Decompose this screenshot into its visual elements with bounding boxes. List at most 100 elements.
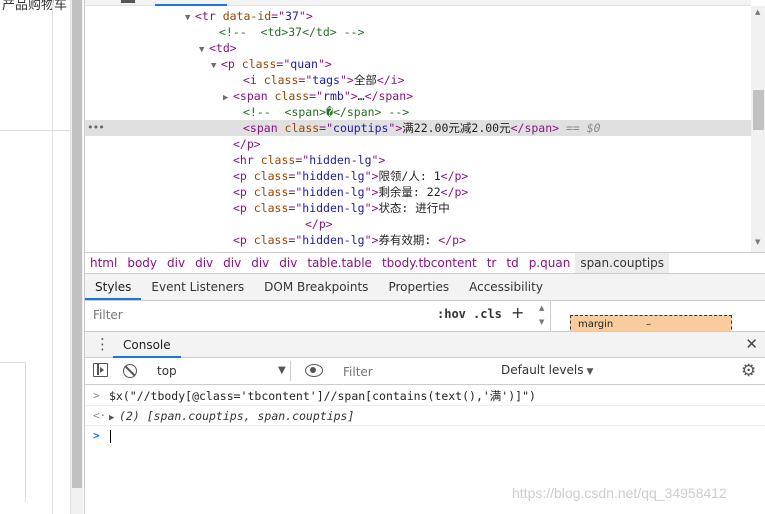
dom-node[interactable]: </p> (85, 136, 751, 152)
node-tag: "> (364, 185, 379, 199)
dom-node[interactable]: <hr class="hidden-lg"> (85, 152, 751, 168)
node-attr: data-id (222, 9, 272, 23)
console-command-line: > $x("//tbody[@class='tbcontent']//span[… (85, 386, 765, 406)
node-tag: =" (319, 121, 334, 135)
console-result[interactable]: ▶ (2) [span.couptips, span.couptips] (109, 406, 354, 428)
styles-scrollbar[interactable]: ▲ ▼ (537, 301, 549, 331)
node-tag: "> (317, 57, 332, 71)
node-val: rmb (323, 89, 344, 103)
node-tag: =" (309, 89, 324, 103)
scroll-up-icon[interactable]: ▲ (539, 304, 544, 312)
elements-scrollbar[interactable]: ▲ ▼ (751, 6, 765, 252)
breadcrumb-item[interactable]: table.table (302, 253, 377, 273)
gear-icon[interactable]: ⚙ (741, 361, 756, 381)
dom-node[interactable]: <i class="tags">全部</i> (85, 72, 751, 88)
node-cmt: <!-- <td>37</td> --> (219, 25, 365, 39)
dom-node[interactable]: <p class="hidden-lg">剩余量: 22</p> (85, 184, 751, 200)
breadcrumb-item[interactable]: div (274, 253, 302, 273)
prompt-chevron-icon: > (93, 429, 100, 442)
node-tag: "> (371, 153, 386, 167)
cls-button[interactable]: .cls (473, 307, 502, 321)
node-cmt: <!-- <span>�</span> --> (243, 105, 410, 119)
scroll-up-icon[interactable]: ▲ (755, 8, 760, 16)
context-value: top (157, 364, 177, 378)
node-tag: </span> (364, 89, 414, 103)
node-tag: "> (364, 233, 379, 247)
tab-styles[interactable]: Styles (85, 274, 142, 300)
node-txt: … (357, 89, 365, 103)
breadcrumb-item[interactable]: div (246, 253, 274, 273)
chevron-down-icon: ▼ (278, 365, 286, 376)
breadcrumb-item[interactable]: tr (482, 253, 502, 273)
tab-console[interactable]: Console (113, 332, 181, 358)
active-tab-indicator (155, 4, 227, 6)
dom-node[interactable]: <p class="hidden-lg">限领/人: 1</p> (85, 168, 751, 184)
elements-tree[interactable]: ▼ <tr data-id="37"> <!-- <td>37</td> --> ▼ <… (85, 0, 751, 252)
node-tag: </p> (440, 169, 469, 183)
node-val: couptips (333, 121, 389, 135)
dom-node-selected[interactable]: <span class="couptips">满22.00元减2.00元</sp… (85, 120, 751, 136)
dom-node[interactable]: <p class="hidden-lg">券有效期: </p> (85, 232, 751, 248)
page-divider (52, 0, 53, 514)
tab-dom-breakpoints[interactable]: DOM Breakpoints (254, 274, 378, 300)
dom-node[interactable]: ▼ <p class="quan"> (85, 56, 751, 72)
scroll-down-icon[interactable]: ▼ (755, 238, 760, 246)
node-attr: class (253, 169, 289, 183)
node-tag: <span (233, 89, 275, 103)
breadcrumb-item[interactable]: td (501, 253, 523, 273)
dom-node[interactable]: <!-- <td>37</td> --> (85, 24, 751, 40)
tab-accessibility[interactable]: Accessibility (459, 274, 553, 300)
console-prompt[interactable]: > (85, 426, 765, 446)
node-tag: <p (233, 169, 254, 183)
node-tag: </span> (510, 121, 560, 135)
elements-scrollbar-thumb[interactable] (753, 90, 764, 130)
styles-filter-input[interactable] (89, 305, 425, 325)
result-gutter-icon: <· (93, 409, 107, 422)
dom-node[interactable]: </p> (85, 216, 751, 232)
dom-node[interactable]: ▶ <span class="rmb">…</span> (85, 88, 751, 104)
node-tag: <tr (195, 9, 223, 23)
styles-subtabs: Styles Event Listeners DOM Breakpoints Prop… (85, 274, 765, 301)
dom-node[interactable]: ▼ <td> (85, 40, 751, 56)
log-levels-dropdown[interactable]: Default levels ▼ (501, 363, 593, 377)
breadcrumb-item[interactable]: span.couptips (575, 253, 670, 273)
breadcrumb-item[interactable]: div (218, 253, 246, 273)
node-actions-icon[interactable]: ••• (87, 120, 105, 136)
node-val: tags (312, 73, 340, 87)
breadcrumb-item[interactable]: div (190, 253, 218, 273)
sidebar-toggle-icon[interactable] (93, 363, 108, 377)
node-tag: <i (243, 73, 264, 87)
drawer-menu-icon[interactable]: ⋮ (95, 335, 110, 353)
eye-icon[interactable] (305, 364, 323, 377)
page-scrollbar[interactable] (70, 0, 83, 514)
tab-event-listeners[interactable]: Event Listeners (141, 274, 254, 300)
new-style-rule-button[interactable]: + (511, 303, 524, 322)
node-txt: 状态: 进行中 (378, 201, 450, 215)
breadcrumb-item[interactable]: tbody.tbcontent (377, 253, 482, 273)
console-filter-input[interactable] (339, 362, 493, 381)
page-content-strip: 产品购物车 (0, 0, 70, 514)
clear-console-icon[interactable] (123, 364, 137, 378)
dom-node[interactable]: ▼ <tr data-id="37"> (85, 8, 751, 24)
node-val: 37 (285, 9, 299, 23)
node-tag: =" (271, 9, 286, 23)
console-command: $x("//tbody[@class='tbcontent']//span[co… (109, 389, 536, 403)
page-top-text: 产品购物车 (2, 0, 68, 13)
close-icon[interactable]: ✕ (745, 335, 758, 353)
node-val: hidden-lg (309, 153, 372, 167)
pane-separator[interactable] (550, 301, 551, 331)
page-scrollbar-thumb[interactable] (72, 0, 82, 488)
breadcrumb-item[interactable]: html (85, 253, 122, 273)
scroll-down-icon[interactable]: ▼ (539, 318, 544, 326)
context-select[interactable]: top ▼ (151, 361, 291, 381)
breadcrumb-item[interactable]: body (122, 253, 162, 273)
breadcrumb-item[interactable]: div (162, 253, 190, 273)
dom-node[interactable]: <p class="hidden-lg">状态: 进行中 (85, 200, 751, 216)
hov-button[interactable]: :hov (437, 307, 466, 321)
dom-node[interactable]: <!-- <span>�</span> --> (85, 104, 751, 120)
breadcrumb-item[interactable]: p.quan (524, 253, 576, 273)
node-tag: =" (288, 201, 303, 215)
tab-properties[interactable]: Properties (378, 274, 459, 300)
node-tag: =" (288, 185, 303, 199)
expand-triangle-icon[interactable]: ▶ (109, 408, 119, 428)
